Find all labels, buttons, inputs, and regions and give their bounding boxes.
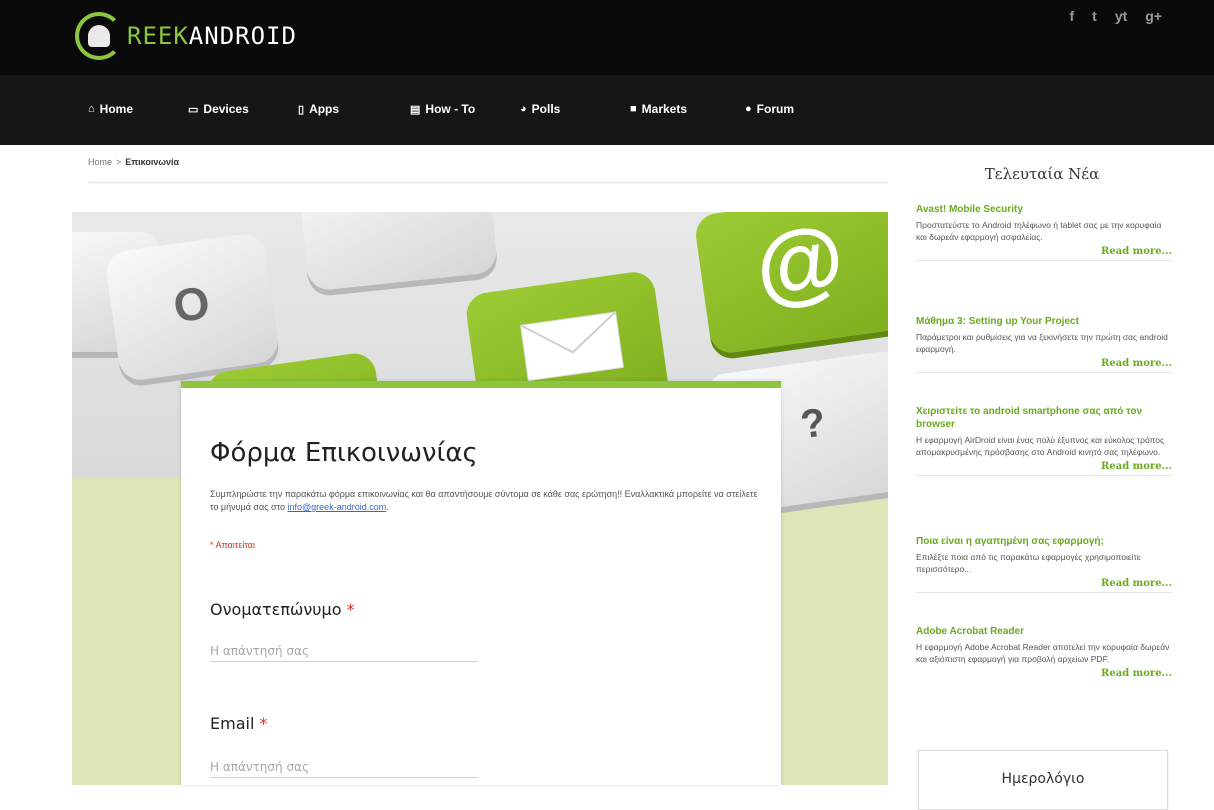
key-o-label: O [170,275,213,333]
nav-item-apps[interactable]: ▯ Apps [298,102,339,116]
fullname-input[interactable] [210,640,478,662]
email-label-text: Email [210,714,255,733]
site-header: REEKANDROID f t yt g+ [0,0,1214,75]
news-title[interactable]: Χειριστείτε το android smartphone σας απ… [916,405,1172,431]
nav-item-how-to[interactable]: ▤ How - To [410,102,475,116]
nav-item-label: Forum [756,102,794,116]
keyboard-key [295,212,499,292]
calendar-widget: Ημερολόγιο [918,750,1168,810]
envelope-icon [519,311,624,382]
form-description-end: . [386,502,389,512]
news-item: Avast! Mobile Security Προστατεύστε το A… [916,203,1172,261]
news-excerpt: Η εφαρμογή AirDroid είναι ένας πολύ έξυπ… [916,435,1165,457]
news-title[interactable]: Avast! Mobile Security [916,203,1172,216]
divider [916,372,1172,373]
google-plus-icon[interactable]: g+ [1145,8,1162,24]
home-icon: ⌂ [88,103,95,115]
logo-ring-icon [75,12,123,60]
read-more-link[interactable]: Read more... [916,358,1172,369]
contact-email-link[interactable]: info@greek-android.com [288,502,387,512]
divider [916,260,1172,261]
email-label: Email * [210,714,267,733]
markets-icon: ■ [630,103,637,115]
required-note: * Απαιτείται [210,540,255,550]
nav-item-label: How - To [425,102,476,116]
nav-item-forum[interactable]: ● Forum [745,102,794,116]
nav-item-polls[interactable]: ◕ Polls [520,102,560,116]
fullname-label: Ονοματεπώνυμο * [210,600,355,619]
site-logo[interactable]: REEKANDROID [75,10,297,62]
polls-icon: ◕ [520,103,527,115]
main-nav: ⌂ Home ▭ Devices ▯ Apps ▤ How - To ◕ Pol… [0,75,1214,145]
divider [916,592,1172,593]
read-more-link[interactable]: Read more... [916,246,1172,257]
nav-item-home[interactable]: ⌂ Home [88,102,133,116]
latest-news-title: Τελευταία Νέα [984,165,1100,183]
breadcrumb: Home > Επικοινωνία [88,157,888,183]
devices-icon: ▭ [188,103,199,116]
contact-form-card: Φόρμα Επικοινωνίας Συμπληρώστε την παρακ… [181,381,781,785]
at-key: @ [693,212,888,356]
news-excerpt: Προστατεύστε το Android τηλέφωνο ή table… [916,220,1162,242]
facebook-icon[interactable]: f [1069,8,1074,24]
logo-text-white: ANDROID [188,22,297,50]
forum-icon: ● [745,103,752,115]
form-description: Συμπληρώστε την παρακάτω φόρμα επικοινων… [210,488,760,514]
news-item: Adobe Acrobat Reader Η εφαρμογή Adobe Ac… [916,625,1172,679]
social-links: f t yt g+ [1069,8,1162,24]
key-at-label: @ [749,212,851,319]
nav-item-markets[interactable]: ■ Markets [630,102,687,116]
nav-item-label: Apps [309,102,340,116]
youtube-icon[interactable]: yt [1115,8,1127,24]
breadcrumb-home[interactable]: Home [88,157,112,182]
breadcrumb-separator: > [116,157,122,167]
logo-text-green: REEK [127,22,189,50]
read-more-link[interactable]: Read more... [916,578,1172,589]
read-more-link[interactable]: Read more... [916,461,1172,472]
news-title[interactable]: Μάθημα 3: Setting up Your Project [916,315,1172,328]
nav-item-devices[interactable]: ▭ Devices [188,102,249,116]
breadcrumb-current: Επικοινωνία [125,157,180,167]
news-item: Μάθημα 3: Setting up Your Project Παράμε… [916,315,1172,373]
twitter-icon[interactable]: t [1092,8,1097,24]
nav-item-label: Devices [203,102,249,116]
required-star: * [259,714,268,733]
nav-item-label: Polls [531,102,561,116]
logo-text: REEKANDROID [127,22,297,50]
news-excerpt: Παράμετροι και ρυθμίσεις για να ξεκινήσε… [916,332,1168,354]
nav-item-label: Markets [641,102,688,116]
news-item: Χειριστείτε το android smartphone σας απ… [916,405,1172,476]
news-excerpt: Η εφαρμογή Adobe Acrobat Reader αποτελεί… [916,642,1170,664]
required-star: * [346,600,355,619]
divider [916,475,1172,476]
key-question-label: ? [797,400,829,448]
news-title[interactable]: Adobe Acrobat Reader [916,625,1172,638]
read-more-link[interactable]: Read more... [916,668,1172,679]
news-excerpt: Επιλέξτε ποια από τις παρακάτω εφαρμογές… [916,552,1141,574]
form-title: Φόρμα Επικοινωνίας [210,438,478,468]
news-item: Ποια είναι η αγαπημένη σας εφαρμογή; Επι… [916,535,1172,593]
keyboard-key-o: O [103,231,281,383]
email-input[interactable] [210,756,478,778]
howto-icon: ▤ [410,103,421,116]
apps-icon: ▯ [298,103,305,116]
fullname-label-text: Ονοματεπώνυμο [210,600,342,619]
nav-item-label: Home [99,102,133,116]
android-robot-icon [88,25,110,47]
news-title[interactable]: Ποια είναι η αγαπημένη σας εφαρμογή; [916,535,1172,548]
